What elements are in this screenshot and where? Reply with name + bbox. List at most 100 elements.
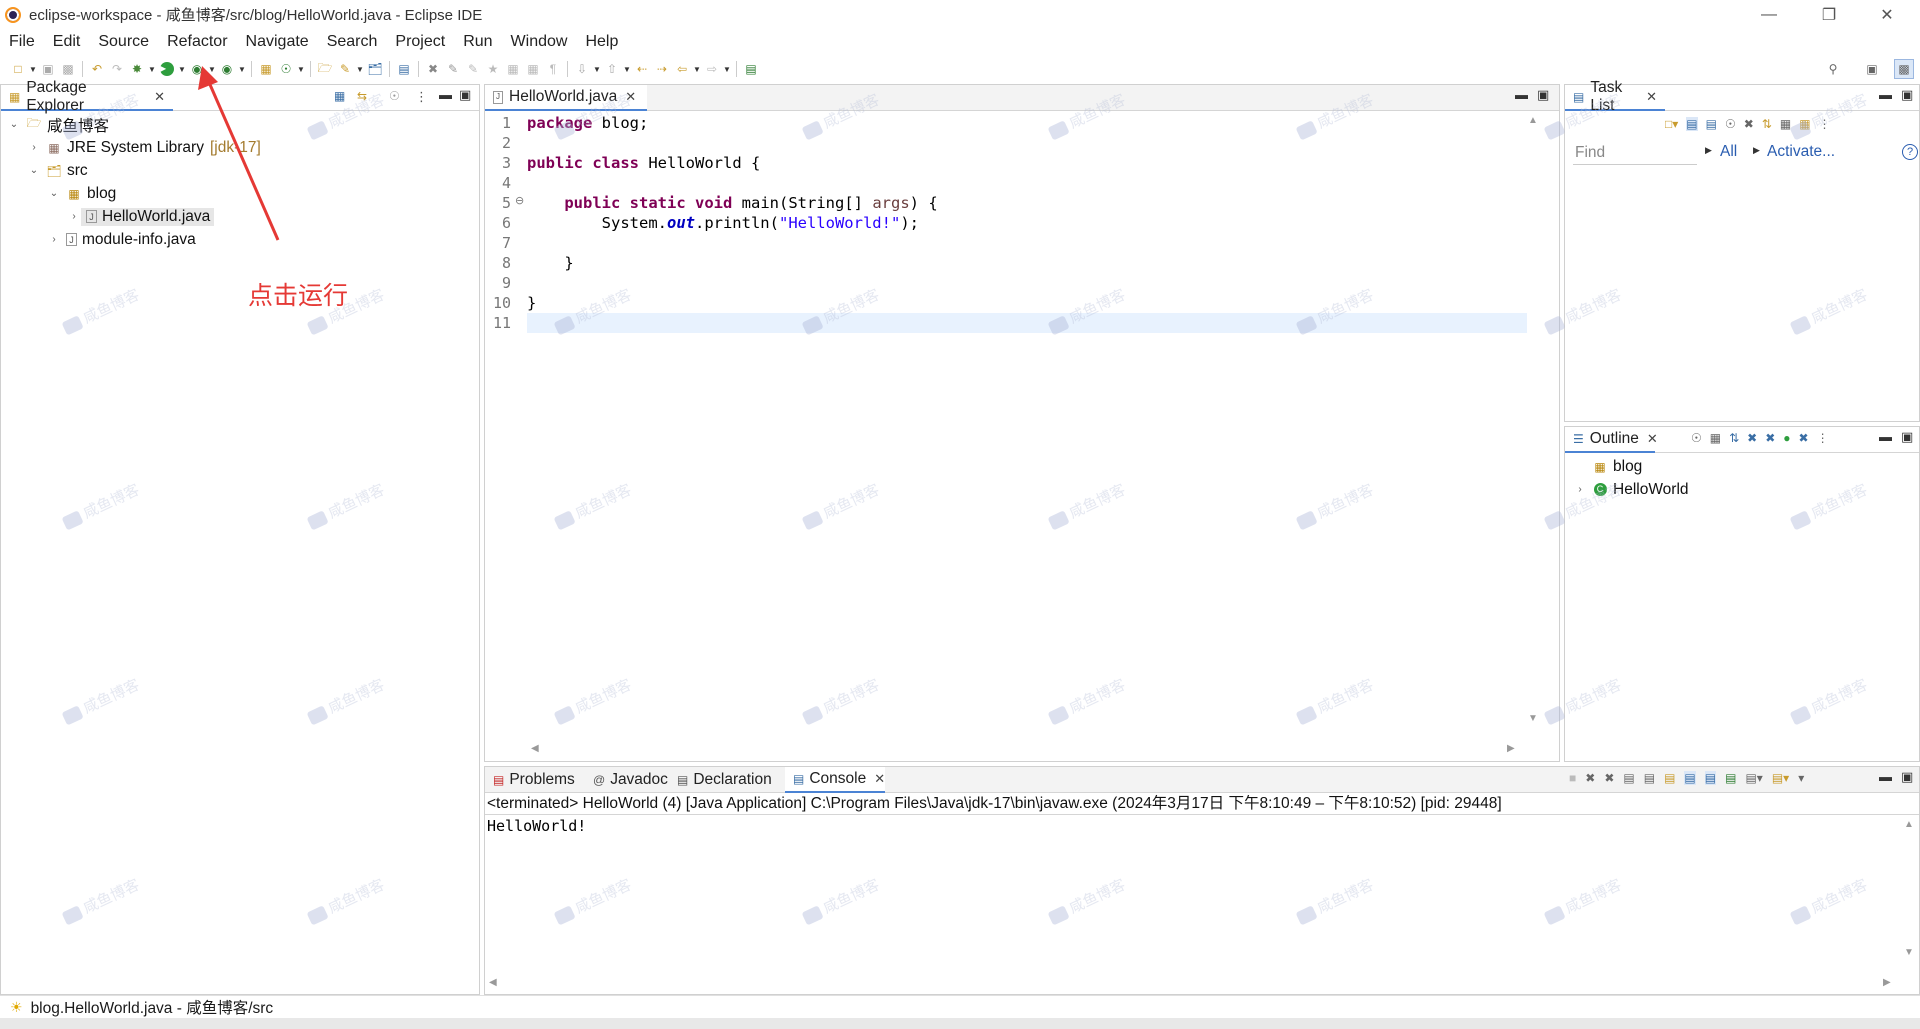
toggle-block-selection-icon[interactable]: ★ — [483, 59, 503, 79]
chevron-right-icon[interactable]: › — [1573, 484, 1587, 495]
scroll-right-icon[interactable]: ▶ — [1883, 977, 1891, 988]
toggle-edit-icon[interactable]: ✎ — [463, 59, 483, 79]
menu-source[interactable]: Source — [89, 29, 158, 54]
console-vertical-scrollbar[interactable]: ▲ ▼ — [1901, 817, 1917, 967]
redo-icon[interactable]: ↷ — [107, 59, 127, 79]
hide-fields-icon[interactable]: ✖ — [1747, 431, 1757, 445]
menu-file[interactable]: File — [0, 29, 44, 54]
toggle-breadcrumb-icon[interactable]: ✖ — [423, 59, 443, 79]
tree-item-project[interactable]: ⌄ 🗁 咸鱼博客 — [7, 113, 109, 136]
scroll-up-icon[interactable]: ▲ — [1904, 819, 1914, 830]
maximize-view-icon[interactable]: ▣ — [1537, 87, 1549, 103]
show-on-stderr-icon[interactable]: ▤ — [1704, 771, 1717, 785]
menu-navigate[interactable]: Navigate — [237, 29, 318, 54]
categorized-icon[interactable]: ▤ — [1686, 117, 1698, 131]
toggle-mark-occurrences-icon[interactable]: ✎ — [443, 59, 463, 79]
editor-vertical-scrollbar[interactable]: ▲ ▼ — [1525, 113, 1541, 733]
fold-collapse-icon[interactable]: ⊖ — [515, 194, 524, 207]
maximize-view-icon[interactable]: ▣ — [1901, 429, 1913, 445]
menu-refactor[interactable]: Refactor — [158, 29, 236, 54]
restore-button[interactable]: ❐ — [1800, 0, 1858, 29]
outline-item-package[interactable]: ▦ blog — [1573, 455, 1642, 478]
pin-console-icon[interactable]: ▤ — [1725, 771, 1736, 785]
new-class-dropdown-icon[interactable]: ▼ — [296, 65, 306, 74]
tab-helloworld-java[interactable]: J HelloWorld.java ✕ — [485, 85, 647, 111]
menu-project[interactable]: Project — [386, 29, 454, 54]
minimize-view-icon[interactable]: ▬ — [1879, 429, 1892, 444]
repository-icon[interactable]: ▦ — [1799, 117, 1810, 131]
chevron-down-icon[interactable]: ⌄ — [27, 165, 41, 176]
word-wrap-icon[interactable]: ▤ — [1664, 771, 1675, 785]
hide-local-types-icon[interactable]: ✖ — [1799, 431, 1809, 445]
search-toolbar-icon[interactable]: ✎ — [335, 59, 355, 79]
link-with-editor-icon[interactable]: ⇆ — [357, 89, 367, 103]
next-annotation-icon[interactable]: ⇩ — [572, 59, 592, 79]
minimize-view-icon[interactable]: ▬ — [1879, 87, 1892, 102]
scroll-left-icon[interactable]: ◀ — [489, 977, 497, 988]
last-edit-location-icon[interactable]: ⇠ — [632, 59, 652, 79]
tab-package-explorer[interactable]: ▦ Package Explorer ✕ — [1, 79, 173, 114]
open-console-icon[interactable]: ▤▾ — [1772, 771, 1789, 785]
hide-completed-icon[interactable]: ✖ — [1744, 117, 1754, 131]
minimize-view-icon[interactable]: ▬ — [1515, 87, 1528, 102]
tab-console[interactable]: ▤ Console ✕ — [785, 767, 885, 793]
hide-static-icon[interactable]: ✖ — [1765, 431, 1775, 445]
scroll-down-icon[interactable]: ▼ — [1904, 947, 1914, 958]
debug-icon[interactable]: ✸ — [127, 59, 147, 79]
tab-declaration[interactable]: ▤ Declaration — [669, 767, 780, 793]
activate-link[interactable]: Activate... — [1767, 143, 1835, 161]
previous-annotation-dropdown-icon[interactable]: ▼ — [622, 65, 632, 74]
search-dropdown-icon[interactable]: ▼ — [355, 65, 365, 74]
close-window-button[interactable]: ✕ — [1858, 0, 1916, 29]
forward-icon[interactable]: ⇨ — [702, 59, 722, 79]
open-task-icon[interactable]: 🗂 — [365, 59, 385, 79]
minimize-view-icon[interactable]: ▬ — [1879, 769, 1892, 784]
run-dropdown-icon[interactable]: ▼ — [177, 65, 187, 74]
collapse-all-icon[interactable]: ▦ — [334, 89, 345, 103]
forward-dropdown-icon[interactable]: ▼ — [722, 65, 732, 74]
java-perspective-icon[interactable]: ▩ — [1894, 59, 1914, 79]
console-output[interactable]: HelloWorld! — [487, 817, 586, 835]
focus-icon[interactable]: ☉ — [1725, 117, 1736, 131]
tab-javadoc[interactable]: @ Javadoc — [585, 767, 676, 793]
tab-outline[interactable]: ☰ Outline ✕ — [1565, 427, 1658, 453]
new-dropdown-icon[interactable]: ▼ — [28, 65, 38, 74]
menu-help[interactable]: Help — [576, 29, 627, 54]
pin-editor-icon[interactable]: ▤ — [741, 59, 761, 79]
outline-item-class[interactable]: › C HelloWorld — [1573, 478, 1688, 501]
next-annotation-dropdown-icon[interactable]: ▼ — [592, 65, 602, 74]
chevron-down-icon[interactable]: ⌄ — [7, 119, 21, 130]
collapse-all-icon[interactable]: ▦ — [1710, 431, 1721, 445]
terminate-icon[interactable]: ■ — [1569, 771, 1576, 785]
scroll-lock-icon[interactable]: ▤ — [1644, 771, 1655, 785]
remove-all-terminated-icon[interactable]: ✖ — [1604, 771, 1614, 785]
menu-window[interactable]: Window — [502, 29, 577, 54]
debug-dropdown-icon[interactable]: ▼ — [147, 65, 157, 74]
tree-item-package[interactable]: ⌄ ▦ blog — [47, 182, 117, 205]
view-menu-icon[interactable]: ⋮ — [1819, 117, 1831, 131]
scheduled-icon[interactable]: ▤ — [1706, 117, 1717, 131]
close-icon[interactable]: ✕ — [154, 89, 165, 105]
scroll-left-icon[interactable]: ◀ — [531, 743, 539, 754]
back-dropdown-icon[interactable]: ▼ — [692, 65, 702, 74]
maximize-view-icon[interactable]: ▣ — [1901, 769, 1913, 785]
help-icon[interactable]: ? — [1902, 144, 1918, 160]
view-menu-icon[interactable]: ⋮ — [1817, 431, 1829, 445]
save-all-icon[interactable]: ▩ — [58, 59, 78, 79]
filter-icon[interactable]: ☉ — [389, 89, 400, 103]
new-task-icon[interactable]: □▾ — [1665, 117, 1678, 131]
save-icon[interactable]: ▣ — [38, 59, 58, 79]
show-whitespace-icon[interactable]: ▦ — [503, 59, 523, 79]
close-icon[interactable]: ✕ — [874, 771, 885, 787]
chevron-right-icon[interactable]: › — [47, 234, 61, 245]
code-area[interactable]: package blog; public class HelloWorld { … — [527, 113, 1527, 343]
menu-edit[interactable]: Edit — [44, 29, 90, 54]
all-link[interactable]: All — [1720, 143, 1737, 161]
menu-run[interactable]: Run — [454, 29, 501, 54]
scroll-right-icon[interactable]: ▶ — [1507, 743, 1515, 754]
tree-item-module-info[interactable]: › J module-info.java — [47, 228, 195, 251]
scroll-down-icon[interactable]: ▼ — [1528, 713, 1538, 724]
collapse-all-icon[interactable]: ▦ — [1780, 117, 1791, 131]
menu-search[interactable]: Search — [318, 29, 387, 54]
chevron-down-icon[interactable]: ⌄ — [47, 188, 61, 199]
